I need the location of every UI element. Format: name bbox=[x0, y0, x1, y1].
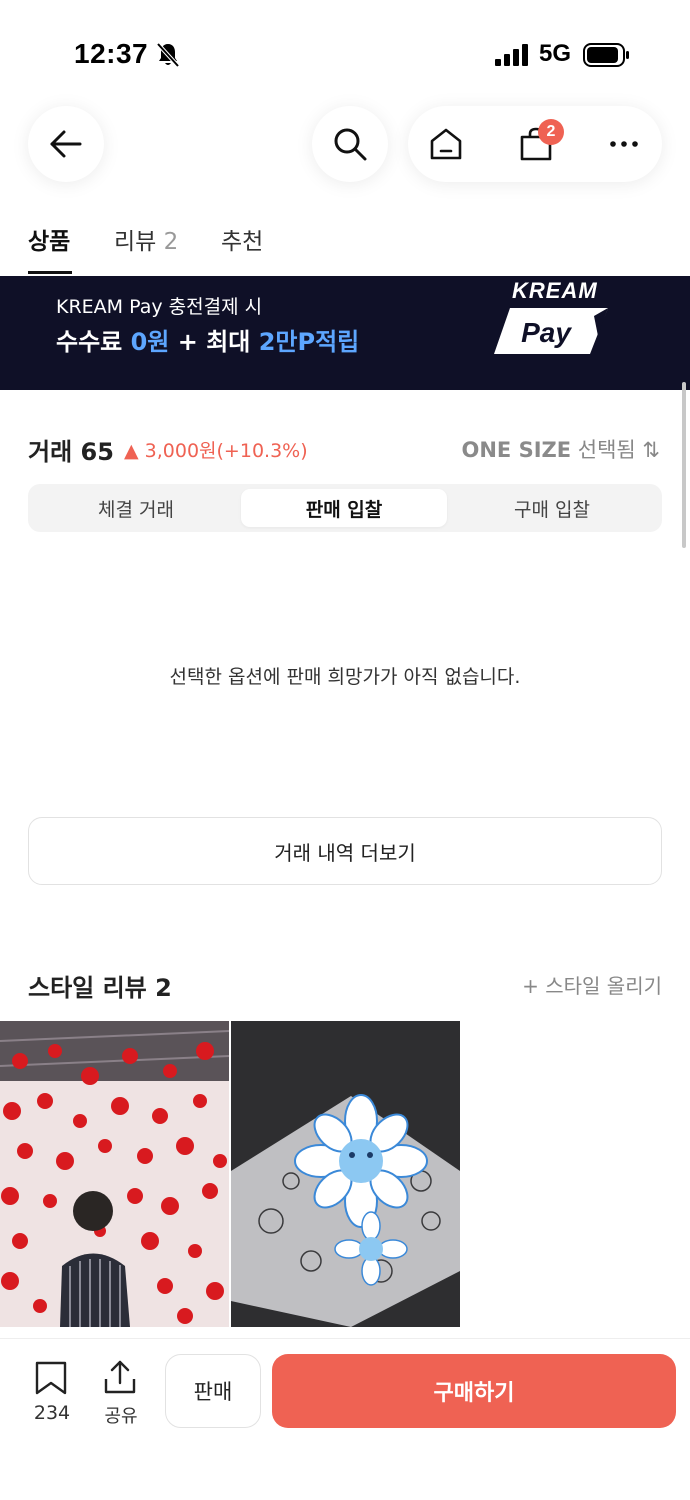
share-icon[interactable] bbox=[102, 1359, 138, 1395]
price-change: ▲ 3,000원(+10.3%) bbox=[124, 440, 308, 462]
bell-muted-icon bbox=[156, 42, 180, 68]
bookmark-count: 234 bbox=[33, 1402, 71, 1424]
style-review-title: 스타일 리뷰 2 bbox=[28, 974, 172, 1002]
status-bar: 12:37 5G bbox=[0, 0, 690, 100]
pay-logo-text: Pay bbox=[521, 317, 572, 348]
home-button[interactable] bbox=[408, 106, 484, 182]
banner-highlight: 0원 bbox=[130, 328, 170, 356]
tab-product[interactable]: 상품 bbox=[28, 222, 70, 256]
style-photo-2[interactable] bbox=[231, 1021, 460, 1327]
trade-history-more-button[interactable]: 거래 내역 더보기 bbox=[28, 817, 662, 885]
banner-line1: KREAM Pay 충전결제 시 bbox=[56, 296, 263, 318]
scrollbar[interactable] bbox=[682, 382, 686, 548]
cart-count-badge: 2 bbox=[538, 119, 564, 145]
share-label: 공유 bbox=[104, 1406, 138, 1427]
kream-logo-text: KREAM bbox=[512, 278, 598, 303]
active-tab-indicator bbox=[28, 271, 72, 274]
tab-label: 상품 bbox=[28, 229, 71, 255]
tab-label: 리뷰 bbox=[114, 229, 157, 255]
cart-button[interactable] bbox=[498, 106, 574, 182]
size-value: ONE SIZE bbox=[461, 438, 572, 462]
kream-pay-banner[interactable]: KREAM Pay 충전결제 시 수수료 0원 + 최대 2만P적립 KREAM… bbox=[0, 276, 690, 390]
buy-button[interactable]: 구매하기 bbox=[272, 1354, 676, 1428]
home-icon bbox=[430, 128, 462, 160]
tab-recommend[interactable]: 추천 bbox=[221, 222, 263, 256]
signal-icon bbox=[495, 44, 528, 66]
nav-action-group bbox=[408, 106, 662, 182]
network-type: 5G bbox=[539, 40, 572, 67]
size-selector[interactable]: ONE SIZE 선택됨 ⇅ bbox=[462, 434, 661, 464]
bookmark-icon[interactable] bbox=[34, 1361, 68, 1395]
search-button[interactable] bbox=[312, 106, 388, 182]
battery-icon bbox=[583, 43, 629, 67]
more-options-button[interactable] bbox=[586, 106, 662, 182]
tab-review[interactable]: 리뷰 2 bbox=[114, 222, 178, 256]
tab-count: 2 bbox=[163, 229, 179, 255]
bottom-action-bar: 234 공유 판매 구매하기 bbox=[0, 1338, 690, 1500]
banner-text: + 최대 bbox=[169, 328, 259, 356]
banner-line2: 수수료 0원 + 최대 2만P적립 bbox=[56, 322, 359, 357]
size-suffix: 선택됨 ⇅ bbox=[571, 438, 660, 462]
segment-completed[interactable]: 체결 거래 bbox=[33, 489, 239, 527]
style-upload-link[interactable]: + 스타일 올리기 bbox=[522, 970, 662, 999]
trade-type-segmented: 체결 거래 판매 입찰 구매 입찰 bbox=[28, 484, 662, 532]
flower-keyring-photo bbox=[231, 1021, 460, 1327]
trade-count-title: 거래 65 bbox=[28, 438, 114, 466]
sell-button[interactable]: 판매 bbox=[165, 1354, 261, 1428]
more-horizontal-icon bbox=[610, 141, 638, 147]
status-time: 12:37 bbox=[74, 38, 149, 69]
banner-text: 수수료 bbox=[56, 328, 131, 356]
banner-highlight: 2만P적립 bbox=[258, 328, 360, 356]
segment-buy-bids[interactable]: 구매 입찰 bbox=[449, 489, 655, 527]
product-page: 12:37 5G 2 상품 리뷰 2 추천 KREAM Pay 충전결제 시 수… bbox=[0, 0, 690, 1500]
back-button[interactable] bbox=[28, 106, 104, 182]
product-tabs: 상품 리뷰 2 추천 bbox=[0, 218, 690, 276]
segment-sell-bids[interactable]: 판매 입찰 bbox=[241, 489, 447, 527]
arrow-left-icon bbox=[50, 130, 82, 158]
flower-installation-photo bbox=[0, 1021, 229, 1327]
tab-label: 추천 bbox=[221, 229, 264, 255]
kream-pay-logo: Pay bbox=[494, 308, 608, 354]
search-icon bbox=[334, 128, 367, 161]
empty-state-message: 선택한 옵션에 판매 희망가가 아직 없습니다. bbox=[169, 666, 521, 688]
style-photo-1[interactable] bbox=[0, 1021, 229, 1327]
